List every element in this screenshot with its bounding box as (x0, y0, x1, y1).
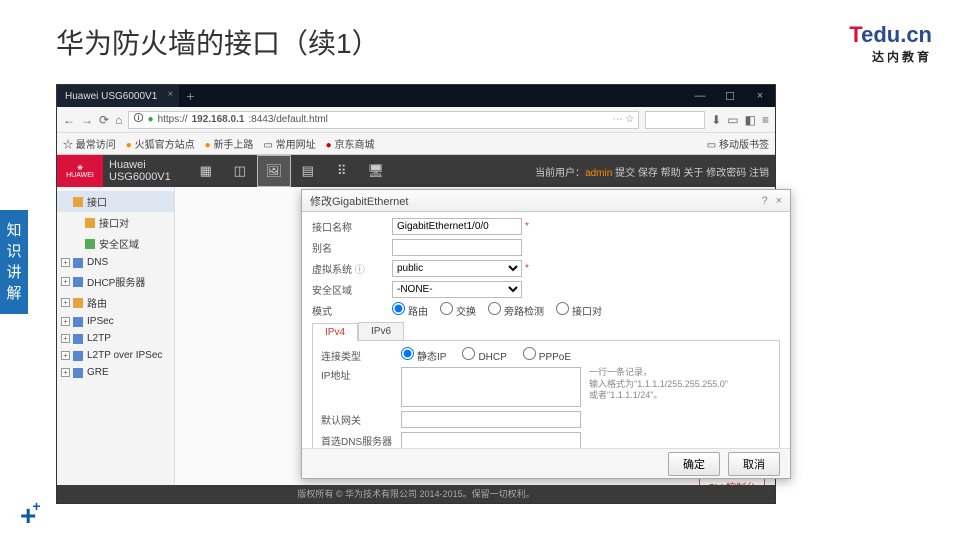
download-icon[interactable]: ⬇ (711, 113, 721, 127)
system-icon[interactable]: 🖥 (359, 155, 393, 187)
maximize-icon[interactable]: ☐ (715, 90, 745, 103)
cancel-button[interactable]: 取消 (728, 452, 780, 476)
nav-item[interactable]: 接口 (57, 191, 174, 212)
new-tab-button[interactable]: + (179, 88, 201, 104)
vsys-select[interactable]: public (392, 260, 522, 277)
corner-plus-icon: ++ (20, 500, 45, 532)
url-input[interactable]: 🛈 ● https://192.168.0.1:8443/default.htm… (128, 111, 639, 129)
close-tab-icon[interactable]: × (167, 89, 173, 100)
address-bar: ← → ⟳ ⌂ 🛈 ● https://192.168.0.1:8443/def… (57, 107, 775, 133)
ip-hint: 一行一条记录， 输入格式为"1.1.1.1/255.255.255.0" 或者"… (589, 367, 728, 402)
alias-input[interactable] (392, 239, 522, 256)
app-footer: 版权所有 © 华为技术有限公司 2014-2015。保留一切权利。 (57, 485, 775, 503)
device-name: HuaweiUSG6000V1 (103, 159, 171, 183)
monitor-icon[interactable]: ◫ (223, 155, 257, 187)
conn-radio[interactable] (401, 347, 414, 360)
bookmark-link[interactable]: ☆ 最常访问 (63, 136, 116, 151)
menu-icon[interactable]: ≡ (762, 113, 769, 127)
search-input[interactable] (645, 111, 705, 129)
browser-tab-bar: Huawei USG6000V1× + — ☐ × (57, 85, 775, 107)
bookmark-link[interactable]: ● 新手上路 (205, 136, 254, 151)
close-dialog-icon[interactable]: × (776, 195, 782, 207)
huawei-logo-icon: ❋HUAWEI (57, 155, 103, 187)
nav-item[interactable]: +DNS (57, 254, 174, 271)
nav-item[interactable]: 接口对 (57, 212, 174, 233)
nav-item[interactable]: +GRE (57, 364, 174, 381)
mode-radio[interactable] (488, 302, 501, 315)
nav-item[interactable]: +L2TP over IPSec (57, 347, 174, 364)
lock-icon: ● (148, 114, 154, 125)
library-icon[interactable]: ▭ (727, 113, 738, 127)
bookmark-link[interactable]: ● 京东商城 (326, 136, 375, 151)
conn-radio[interactable] (462, 347, 475, 360)
tab-ipv6[interactable]: IPv6 (358, 322, 404, 340)
ok-button[interactable]: 确定 (668, 452, 720, 476)
conn-radio[interactable] (523, 347, 536, 360)
bookmark-link[interactable]: ▭ 常用网址 (263, 136, 315, 151)
edit-interface-dialog: 修改GigabitEthernet ?× 接口名称* 别名 虚拟系统 ⓘpubl… (301, 189, 791, 479)
dialog-title: 修改GigabitEthernet ?× (302, 190, 790, 212)
nav-item[interactable]: +DHCP服务器 (57, 271, 174, 292)
top-link[interactable]: 保存 (638, 168, 658, 179)
top-links: 当前用户：admin 提交 保存 帮助 关于 修改密码 注销 (535, 164, 775, 179)
mode-radio[interactable] (440, 302, 453, 315)
nav-item[interactable]: +路由 (57, 292, 174, 313)
dns1-input[interactable] (401, 432, 581, 448)
slide-title: 华为防火墙的接口（续1） (56, 22, 380, 62)
mode-radio[interactable] (556, 302, 569, 315)
nav-item[interactable]: +IPSec (57, 313, 174, 330)
side-tab: 知识讲解 (0, 210, 28, 314)
dashboard-icon[interactable]: ▦ (189, 155, 223, 187)
left-nav: 接口接口对安全区域+DNS+DHCP服务器+路由+IPSec+L2TP+L2TP… (57, 187, 175, 503)
home-icon[interactable]: ⌂ (115, 113, 122, 127)
browser-tab[interactable]: Huawei USG6000V1× (57, 85, 179, 107)
main-pane: 🔍 查询 清除查询 状态 Pv4IPv6启用编辑♠♠✎♠♣✎♠♣✎♠♣✎♠♣✎♠… (175, 187, 775, 503)
document-icon[interactable]: ▤ (291, 155, 325, 187)
gateway-input[interactable] (401, 411, 581, 428)
bookmark-link[interactable]: ● 火狐官方站点 (126, 136, 195, 151)
shield-icon: 🛈 (133, 111, 143, 128)
back-icon[interactable]: ← (63, 113, 75, 127)
tab-ipv4[interactable]: IPv4 (312, 323, 358, 341)
browser-window: Huawei USG6000V1× + — ☐ × ← → ⟳ ⌂ 🛈 ● ht… (56, 84, 776, 504)
top-link[interactable]: 注销 (749, 168, 769, 179)
top-link[interactable]: 修改密码 (706, 168, 746, 179)
bookmarks-bar: ☆ 最常访问 ● 火狐官方站点 ● 新手上路 ▭ 常用网址 ● 京东商城 ▭ 移… (57, 133, 775, 155)
ip-tabs: IPv4 IPv6 (312, 322, 780, 341)
top-link[interactable]: 提交 (615, 168, 635, 179)
top-link[interactable]: 帮助 (661, 168, 681, 179)
sidebar-icon[interactable]: ◧ (745, 113, 756, 127)
zone-select[interactable]: -NONE- (392, 281, 522, 298)
top-link[interactable]: 关于 (683, 168, 703, 179)
topology-icon[interactable]: ⠿ (325, 155, 359, 187)
mode-radio[interactable] (392, 302, 405, 315)
mobile-bookmarks[interactable]: ▭ 移动版书签 (707, 136, 769, 151)
ip-address-input[interactable] (401, 367, 581, 407)
brand-logo: Tedu.cn 达内教育 (849, 22, 932, 65)
reload-icon[interactable]: ⟳ (99, 113, 109, 127)
interface-name-input[interactable] (392, 218, 522, 235)
close-window-icon[interactable]: × (745, 90, 775, 103)
help-icon[interactable]: ? (761, 195, 767, 207)
nav-item[interactable]: +L2TP (57, 330, 174, 347)
image-icon[interactable]: 🖼 (257, 155, 291, 187)
minimize-icon[interactable]: — (685, 90, 715, 103)
forward-icon[interactable]: → (81, 113, 93, 127)
nav-item[interactable]: 安全区域 (57, 233, 174, 254)
app-header: ❋HUAWEI HuaweiUSG6000V1 ▦ ◫ 🖼 ▤ ⠿ 🖥 当前用户… (57, 155, 775, 187)
